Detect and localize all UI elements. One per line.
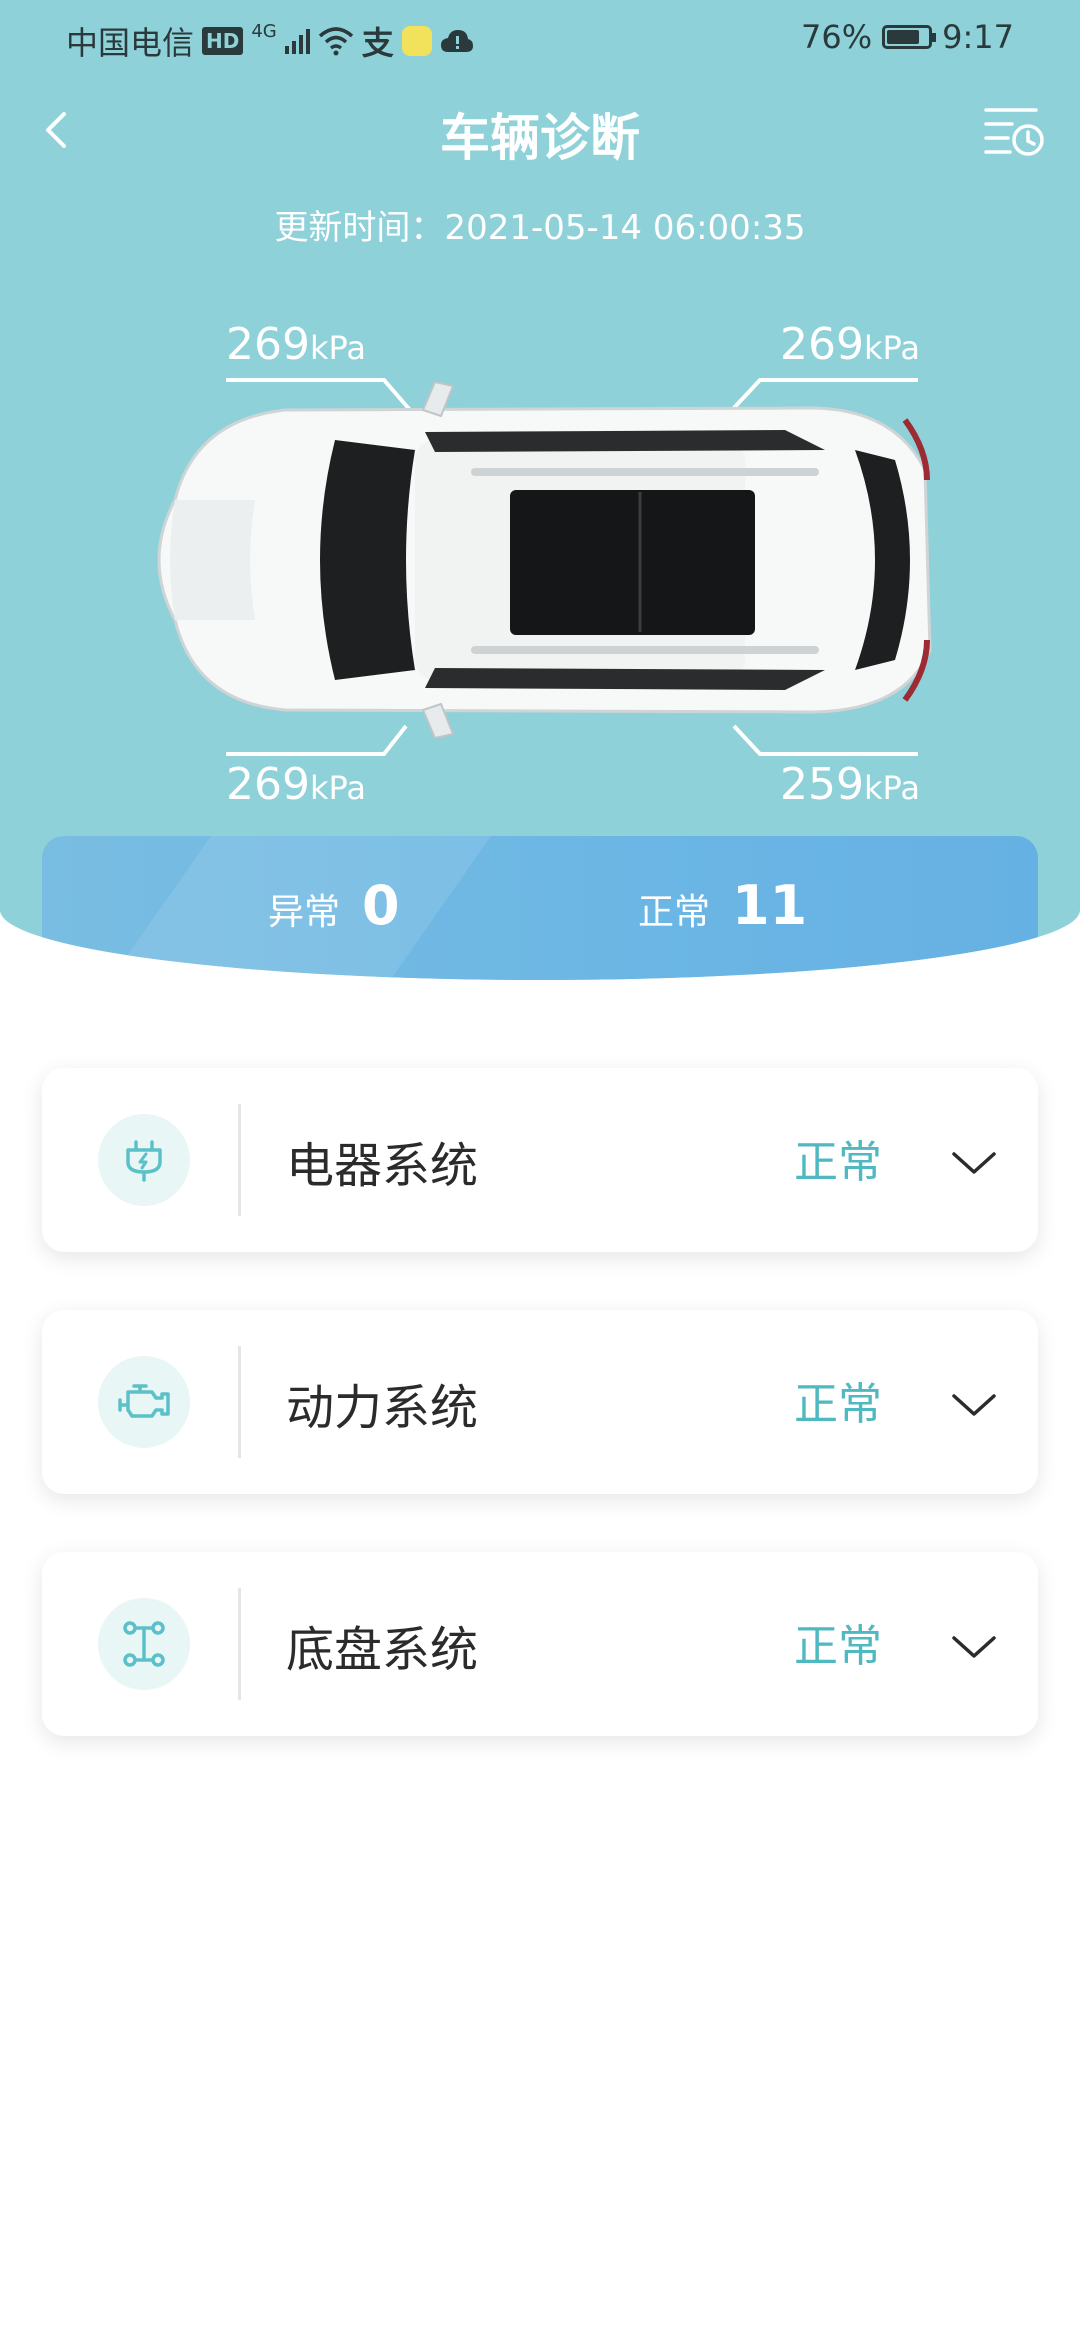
tire-pressure-unit: kPa [309,769,366,807]
diagnosis-summary: 异常 0 正常 11 [42,836,1038,980]
engine-icon [98,1356,190,1448]
car-image [157,380,932,740]
system-name: 底盘系统 [286,1622,479,1678]
chevron-down-icon[interactable] [948,1630,1000,1664]
tire-pressure-value: 269 [226,759,310,810]
card-divider [238,1588,241,1700]
card-divider [238,1346,241,1458]
chassis-icon [98,1598,190,1690]
normal-count: 11 [732,874,808,937]
tire-pressure-unit: kPa [309,329,366,367]
tire-rear-left: 269kPa [226,760,366,813]
system-card-electrical[interactable]: 电器系统 正常 [42,1068,1038,1252]
chevron-down-icon[interactable] [948,1146,1000,1180]
tire-pressure-value: 269 [226,319,310,370]
card-divider [238,1104,241,1216]
system-name: 动力系统 [286,1380,479,1436]
system-card-powertrain[interactable]: 动力系统 正常 [42,1310,1038,1494]
abnormal-count: 0 [362,874,400,937]
system-status: 正常 [794,1379,882,1430]
tire-front-left: 269kPa [226,320,366,373]
tire-pressure-unit: kPa [863,329,920,367]
system-name: 电器系统 [286,1138,479,1194]
system-status: 正常 [794,1621,882,1672]
hero-section: 中国电信 HD 4G 支 76% 9:17 车辆诊断 更新时间：2021-05-… [0,0,1080,980]
plug-icon [98,1114,190,1206]
system-card-chassis[interactable]: 底盘系统 正常 [42,1552,1038,1736]
tire-pressure-unit: kPa [863,769,920,807]
abnormal-label: 异常 [268,892,341,933]
system-status: 正常 [794,1137,882,1188]
normal-label: 正常 [638,892,711,933]
tire-rear-right: 259kPa [780,760,920,813]
chevron-down-icon[interactable] [948,1388,1000,1422]
tire-pressure-value: 269 [780,319,864,370]
normal-summary: 正常 11 [638,874,807,937]
tire-pressure-value: 259 [780,759,864,810]
abnormal-summary: 异常 0 [268,874,400,937]
tire-front-right: 269kPa [780,320,920,373]
